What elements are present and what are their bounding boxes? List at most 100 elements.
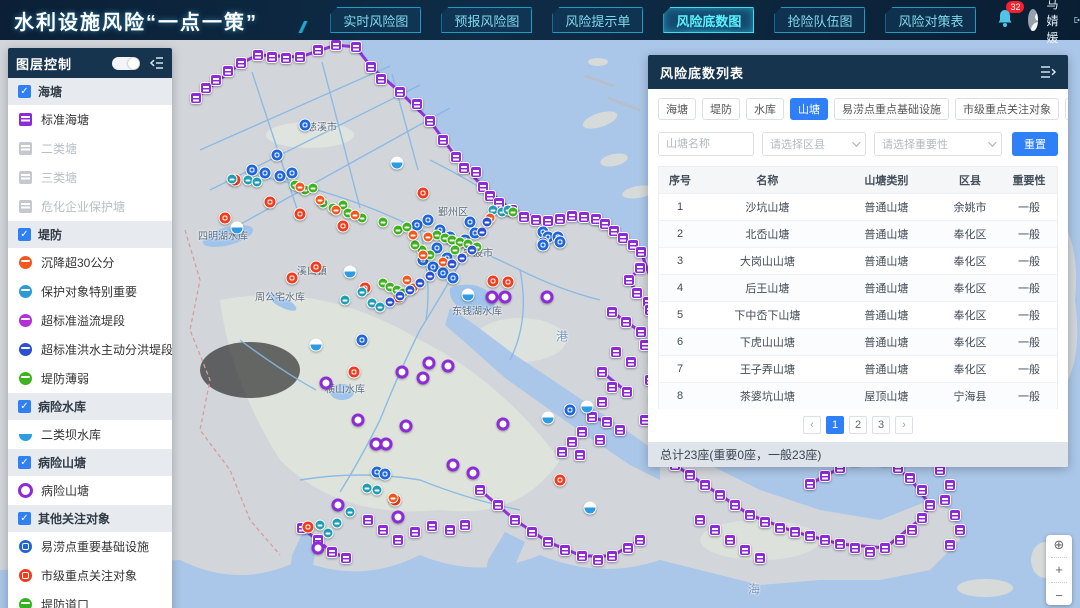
pond-name-input[interactable] <box>658 132 754 156</box>
map-marker-seawall[interactable] <box>789 526 801 538</box>
map-marker-seawall[interactable] <box>350 41 362 53</box>
layer-item[interactable]: 市级重点关注对象 <box>8 561 172 590</box>
map-marker-seawall[interactable] <box>620 316 632 328</box>
map-marker-seawall[interactable] <box>492 499 504 511</box>
tab-山塘[interactable]: 山塘 <box>790 98 828 120</box>
map-marker-seawall[interactable] <box>774 522 786 534</box>
map-marker-seawall[interactable] <box>623 274 635 286</box>
map-marker-seawall[interactable] <box>592 554 604 566</box>
map-marker-dike_blue[interactable] <box>385 297 396 308</box>
layer-item[interactable]: 超标准洪水主动分洪堤段 <box>8 335 172 364</box>
map-marker-seawall[interactable] <box>804 478 816 490</box>
map-marker-seawall[interactable] <box>210 74 222 86</box>
map-marker-seawall[interactable] <box>340 552 352 564</box>
map-marker-dike_teal[interactable] <box>345 507 356 518</box>
map-marker-seawall[interactable] <box>621 386 633 398</box>
map-marker-pond[interactable] <box>467 467 480 480</box>
map-marker-dike_green[interactable] <box>410 240 421 251</box>
map-marker-seawall[interactable] <box>470 166 482 178</box>
map-marker-reservoir[interactable] <box>231 222 244 235</box>
map-marker-dike_green[interactable] <box>508 207 519 218</box>
map-marker-seawall[interactable] <box>949 509 961 521</box>
map-marker-seawall[interactable] <box>739 544 751 556</box>
map-marker-pond[interactable] <box>332 499 345 512</box>
map-marker-seawall[interactable] <box>377 524 389 536</box>
map-marker-reservoir[interactable] <box>344 266 357 279</box>
globe-icon[interactable]: ⊕ <box>1054 538 1065 551</box>
map-marker-seawall[interactable] <box>606 381 618 393</box>
layer-item[interactable]: 堤防薄弱 <box>8 364 172 393</box>
map-marker-seawall[interactable] <box>606 306 618 318</box>
map-marker-dike_teal[interactable] <box>315 520 326 531</box>
map-marker-dike_blue[interactable] <box>425 271 436 282</box>
map-marker-seawall[interactable] <box>330 39 342 51</box>
map-marker-pond[interactable] <box>392 511 405 524</box>
map-marker-pond[interactable] <box>352 414 365 427</box>
map-marker-reservoir[interactable] <box>581 401 594 414</box>
map-marker-dike_green[interactable] <box>308 183 319 194</box>
map-marker-reservoir[interactable] <box>462 289 475 302</box>
map-marker-pond[interactable] <box>423 357 436 370</box>
map-marker-dike_orange[interactable] <box>315 195 326 206</box>
map-marker-cityfocus[interactable] <box>264 196 277 209</box>
map-marker-pond[interactable] <box>396 366 409 379</box>
map-marker-dike_orange[interactable] <box>331 205 342 216</box>
map-marker-reservoir[interactable] <box>584 502 597 515</box>
layer-item[interactable]: 沉降超30公分 <box>8 248 172 277</box>
map-marker-seawall[interactable] <box>699 479 711 491</box>
map-marker-seawall[interactable] <box>804 530 816 542</box>
map-marker-seawall[interactable] <box>906 524 918 536</box>
map-marker-seawall[interactable] <box>954 524 966 536</box>
map-marker-cityfocus[interactable] <box>302 521 315 534</box>
map-marker-dike_teal[interactable] <box>323 528 334 539</box>
nav-button-风险底数图[interactable]: 风险底数图 <box>663 7 754 33</box>
map-marker-floodpoint[interactable] <box>286 167 299 180</box>
map-marker-pond[interactable] <box>499 291 512 304</box>
map-marker-pond[interactable] <box>380 438 393 451</box>
map-marker-pond[interactable] <box>447 459 460 472</box>
next-page-button[interactable]: › <box>895 416 913 434</box>
map-marker-dike_orange[interactable] <box>423 232 434 243</box>
layer-item[interactable]: 易涝点重要基础设施 <box>8 532 172 561</box>
avatar[interactable] <box>1028 9 1038 31</box>
map-marker-seawall[interactable] <box>625 356 637 368</box>
map-marker-floodpoint[interactable] <box>554 236 567 249</box>
map-marker-seawall[interactable] <box>819 470 831 482</box>
map-marker-cityfocus[interactable] <box>348 366 361 379</box>
map-marker-seawall[interactable] <box>444 524 456 536</box>
map-marker-seawall[interactable] <box>634 534 646 546</box>
map-marker-seawall[interactable] <box>411 98 423 110</box>
map-marker-seawall[interactable] <box>458 162 470 174</box>
map-marker-seawall[interactable] <box>365 61 377 73</box>
map-marker-floodpoint[interactable] <box>422 214 435 227</box>
map-marker-seawall[interactable] <box>754 552 766 564</box>
table-row[interactable]: 4后王山塘普通山塘奉化区一般 <box>659 274 1057 301</box>
map-marker-seawall[interactable] <box>601 416 613 428</box>
map-marker-seawall[interactable] <box>944 479 956 491</box>
map-marker-seawall[interactable] <box>864 546 876 558</box>
map-marker-seawall[interactable] <box>576 550 588 562</box>
section-checkbox[interactable]: ✓ <box>18 85 31 98</box>
map-marker-seawall[interactable] <box>709 524 721 536</box>
map-marker-dike_blue[interactable] <box>457 253 468 264</box>
map-marker-seawall[interactable] <box>459 519 471 531</box>
map-marker-seawall[interactable] <box>375 73 387 85</box>
map-marker-seawall[interactable] <box>554 213 566 225</box>
map-marker-seawall[interactable] <box>744 509 756 521</box>
nav-button-风险提示单[interactable]: 风险提示单 <box>552 7 643 33</box>
map-marker-dike_orange[interactable] <box>418 250 429 261</box>
map-marker-seawall[interactable] <box>729 499 741 511</box>
map-marker-pond[interactable] <box>541 291 554 304</box>
map-marker-pond[interactable] <box>320 377 333 390</box>
map-marker-dike_teal[interactable] <box>252 177 263 188</box>
page-button-3[interactable]: 3 <box>872 416 890 434</box>
map-marker-seawall[interactable] <box>556 446 568 458</box>
map-marker-seawall[interactable] <box>614 424 626 436</box>
map-marker-pond[interactable] <box>486 291 499 304</box>
map-marker-seawall[interactable] <box>190 92 202 104</box>
prev-page-button[interactable]: ‹ <box>803 416 821 434</box>
section-checkbox[interactable]: ✓ <box>18 456 31 469</box>
map-marker-seawall[interactable] <box>326 546 338 558</box>
nav-button-实时风险图[interactable]: 实时风险图 <box>330 7 421 33</box>
map-marker-reservoir[interactable] <box>542 412 555 425</box>
